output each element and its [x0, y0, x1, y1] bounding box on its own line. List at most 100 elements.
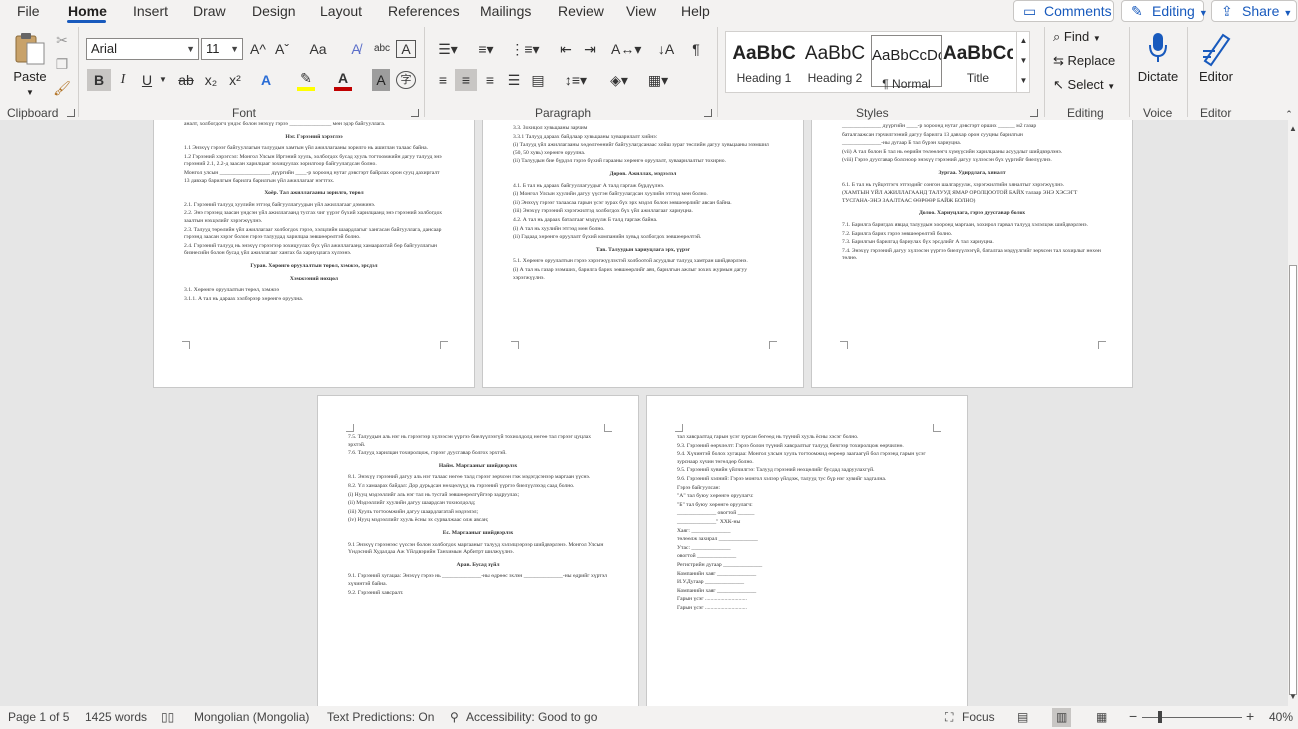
zoom-in-icon[interactable]: +	[1246, 708, 1254, 724]
change-case-button[interactable]: Aa	[302, 38, 334, 60]
document-canvas[interactable]: аналт, холбогдогч үндэс болон энэхүү гэр…	[0, 120, 1288, 706]
scroll-down-arrow-icon[interactable]: ▼	[1289, 692, 1297, 701]
print-layout-icon[interactable]: ▥	[1052, 708, 1072, 727]
align-right-icon[interactable]: ≡	[479, 69, 501, 91]
group-separator	[1044, 27, 1045, 117]
highlight-pen-icon[interactable]: ✎	[295, 67, 317, 89]
distributed-icon[interactable]: ▤	[527, 69, 549, 91]
strikethrough-button[interactable]: ab	[175, 69, 197, 91]
cut-icon[interactable]: ✂	[52, 29, 72, 51]
replace-button[interactable]: ⇆ Replace	[1053, 53, 1115, 73]
dictate-button[interactable]: Dictate	[1135, 29, 1181, 99]
character-shading-icon[interactable]: A	[372, 69, 390, 91]
menu-draw[interactable]: Draw	[193, 2, 226, 20]
align-center-icon[interactable]: ≡	[455, 69, 477, 91]
menu-help[interactable]: Help	[681, 2, 710, 20]
clipboard-launcher-icon[interactable]	[67, 109, 75, 117]
scroll-up-arrow-icon[interactable]: ▲	[1289, 124, 1297, 133]
document-page-3[interactable]: ______________ дүүргийн ____-р хороонд н…	[811, 120, 1133, 388]
decrease-indent-icon[interactable]: ⇤	[555, 38, 577, 60]
document-page-5[interactable]: тал хавсралтад гарын үсэг зурсан бөгөөд …	[646, 395, 968, 706]
word-count[interactable]: 1425 words	[85, 710, 147, 724]
menu-insert[interactable]: Insert	[133, 2, 168, 20]
accessibility-status[interactable]: Accessibility: Good to go	[466, 710, 597, 724]
font-color-button[interactable]: A	[332, 67, 354, 89]
font-name-select[interactable]: Arial ▼	[86, 38, 199, 60]
increase-indent-icon[interactable]: ⇥	[579, 38, 601, 60]
scrollbar-thumb[interactable]	[1289, 265, 1297, 695]
copy-icon[interactable]: ❐	[52, 53, 72, 75]
comments-button[interactable]: ▭ Comments	[1013, 0, 1114, 22]
sort-icon[interactable]: ↓A	[655, 38, 677, 60]
find-button[interactable]: ⌕ Find ▼	[1053, 29, 1101, 49]
share-button[interactable]: ⇪ Share ▼	[1211, 0, 1297, 22]
focus-button[interactable]: Focus	[962, 710, 995, 724]
proofing-book-icon[interactable]: ▯▯	[161, 710, 174, 724]
line-spacing-icon[interactable]: ↕≡▾	[559, 69, 593, 91]
bold-button[interactable]: B	[87, 69, 111, 91]
align-left-icon[interactable]: ≡	[432, 69, 454, 91]
chinese-layout-icon[interactable]: A↔▾	[611, 38, 641, 60]
zoom-slider-track[interactable]	[1142, 717, 1242, 718]
menu-review[interactable]: Review	[558, 2, 604, 20]
document-page-1[interactable]: аналт, холбогдогч үндэс болон энэхүү гэр…	[153, 120, 475, 388]
zoom-level[interactable]: 40%	[1269, 710, 1293, 724]
styles-more-icon[interactable]: ▼	[1016, 71, 1030, 92]
italic-button[interactable]: I	[113, 69, 133, 91]
shrink-font-button[interactable]: Aˇ	[271, 38, 293, 60]
styles-launcher-icon[interactable]	[1030, 109, 1038, 117]
language-indicator[interactable]: Mongolian (Mongolia)	[194, 710, 309, 724]
enclose-characters-icon[interactable]: 字	[396, 71, 416, 89]
shading-icon[interactable]: ◈▾	[604, 69, 634, 91]
page-count[interactable]: Page 1 of 5	[8, 710, 69, 724]
document-page-4[interactable]: 7.5. Талуудын аль нэг нь гэрээгээр хүлээ…	[317, 395, 639, 706]
menu-layout[interactable]: Layout	[320, 2, 362, 20]
clear-formatting-icon[interactable]: A̸	[344, 38, 368, 60]
chevron-down-icon[interactable]: ▼	[157, 69, 169, 91]
character-border-icon[interactable]: A	[396, 40, 416, 58]
read-mode-icon[interactable]: ▤	[1017, 710, 1028, 724]
select-button[interactable]: ↖ Select ▼	[1053, 77, 1115, 97]
superscript-button[interactable]: x²	[224, 69, 246, 91]
vertical-scrollbar[interactable]: ▲ ▼	[1288, 120, 1298, 706]
text-predictions-status[interactable]: Text Predictions: On	[327, 710, 434, 724]
menu-view[interactable]: View	[626, 2, 656, 20]
font-size-select[interactable]: 11 ▼	[201, 38, 243, 60]
document-paragraph: 1.2 Гэрээний хэрэгсэл: Монгол Улсын Иргэ…	[184, 153, 442, 168]
phonetic-guide-icon[interactable]: abc	[370, 38, 394, 60]
document-page-2[interactable]: 3.3. Зохицол хувьцааны зарчим 3.3.1 Талуу…	[482, 120, 804, 388]
underline-button[interactable]: U	[137, 69, 157, 91]
numbering-icon[interactable]: ≡▾	[471, 38, 501, 60]
font-launcher-icon[interactable]	[411, 109, 419, 117]
style-heading-1[interactable]: AaBbC Heading 1	[729, 35, 799, 87]
show-formatting-icon[interactable]: ¶	[686, 38, 706, 60]
format-painter-icon[interactable]: 🖌	[52, 77, 72, 99]
web-layout-icon[interactable]: ▦	[1096, 710, 1107, 724]
margin-corner	[1098, 341, 1106, 349]
style-normal[interactable]: AaBbCcDc ¶ Normal	[871, 35, 942, 91]
justify-icon[interactable]: ☰	[503, 69, 525, 91]
menu-mailings[interactable]: Mailings	[480, 2, 531, 20]
text-effects-icon[interactable]: A	[255, 69, 277, 91]
borders-icon[interactable]: ▦▾	[642, 69, 674, 91]
grow-font-button[interactable]: A^	[247, 38, 269, 60]
editing-mode-button[interactable]: ✎ Editing ▼	[1121, 0, 1208, 22]
zoom-out-icon[interactable]: −	[1129, 708, 1137, 724]
subscript-button[interactable]: x₂	[200, 69, 222, 91]
menu-home[interactable]: Home	[68, 2, 107, 20]
paste-button[interactable]: Paste ▼	[10, 29, 50, 97]
chevron-up-icon[interactable]: ▲	[1016, 31, 1030, 51]
paragraph-launcher-icon[interactable]	[704, 109, 712, 117]
menu-design[interactable]: Design	[252, 2, 296, 20]
multilevel-list-icon[interactable]: ⋮≡▾	[510, 38, 540, 60]
document-paragraph: тал хавсралтад гарын үсэг зурсан бөгөөд …	[677, 434, 859, 440]
chevron-down-icon[interactable]: ▼	[1016, 51, 1030, 71]
editor-button[interactable]: Editor	[1193, 29, 1239, 99]
bullets-icon[interactable]: ☰▾	[433, 38, 463, 60]
style-title[interactable]: AaBbCclTitle	[943, 35, 1013, 87]
document-paragraph: 8.1. Энэхүү гэрээний дагуу аль нэг талаа…	[348, 474, 591, 481]
menu-references[interactable]: References	[388, 2, 460, 20]
menu-file[interactable]: File	[17, 2, 40, 20]
style-heading-2[interactable]: AaBbC Heading 2	[800, 35, 870, 87]
zoom-slider-thumb[interactable]	[1158, 711, 1162, 723]
